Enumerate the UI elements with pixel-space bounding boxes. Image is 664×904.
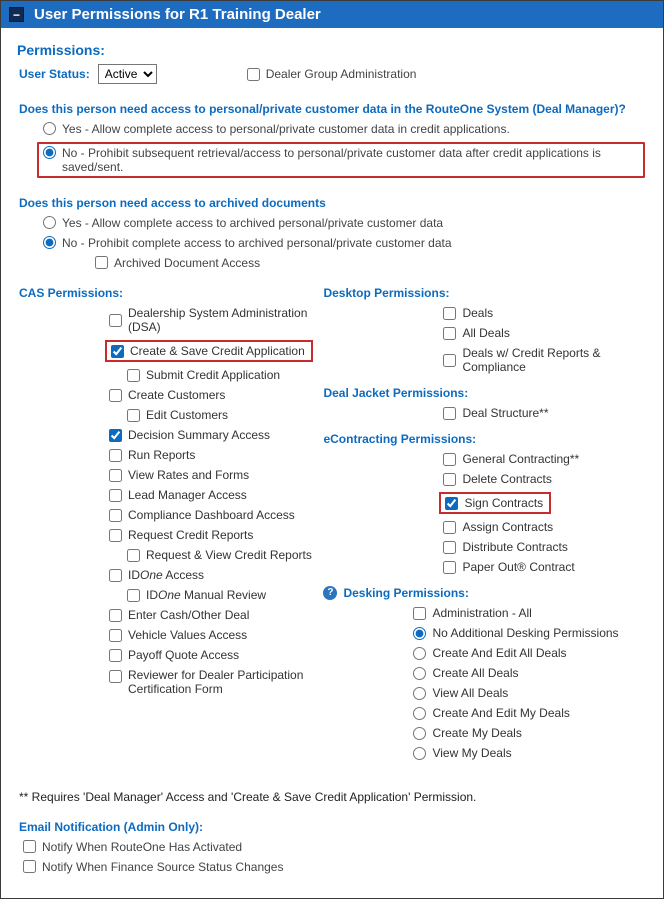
cas-payoff[interactable]: Payoff Quote Access xyxy=(109,648,319,662)
cas-dsa[interactable]: Dealership System Administration (DSA) xyxy=(109,306,319,334)
cas-run-reports[interactable]: Run Reports xyxy=(109,448,319,462)
desking-view-all[interactable]: View All Deals xyxy=(413,686,645,700)
help-icon[interactable]: ? xyxy=(323,586,337,600)
cas-lead-mgr[interactable]: Lead Manager Access xyxy=(109,488,319,502)
cas-create-save-checkbox[interactable] xyxy=(111,345,124,358)
user-status-row: User Status: Active Dealer Group Adminis… xyxy=(19,64,645,84)
cas-create-save-label: Create & Save Credit Application xyxy=(130,344,305,358)
econtract-distribute[interactable]: Distribute Contracts xyxy=(443,540,645,554)
cas-idone-access[interactable]: IDOne Access xyxy=(109,568,319,582)
econtract-sign-label: Sign Contracts xyxy=(464,496,543,510)
cas-enter-cash[interactable]: Enter Cash/Other Deal xyxy=(109,608,319,622)
collapse-icon[interactable]: − xyxy=(9,7,24,22)
permission-columns: CAS Permissions: Dealership System Admin… xyxy=(19,284,645,766)
econtract-general[interactable]: General Contracting** xyxy=(443,452,645,466)
econtract-delete[interactable]: Delete Contracts xyxy=(443,472,645,486)
desking-view-my[interactable]: View My Deals xyxy=(413,746,645,760)
panel-header: − User Permissions for R1 Training Deale… xyxy=(1,1,663,28)
q1-yes-option[interactable]: Yes - Allow complete access to personal/… xyxy=(43,122,645,136)
econtract-assign[interactable]: Assign Contracts xyxy=(443,520,645,534)
cas-compliance[interactable]: Compliance Dashboard Access xyxy=(109,508,319,522)
dealjacket-title: Deal Jacket Permissions: xyxy=(323,386,645,400)
cas-vehicle-values[interactable]: Vehicle Values Access xyxy=(109,628,319,642)
cas-title: CAS Permissions: xyxy=(19,286,319,300)
cas-edit-customers[interactable]: Edit Customers xyxy=(127,408,319,422)
user-status-select[interactable]: Active xyxy=(98,64,157,84)
archived-doc-access[interactable]: Archived Document Access xyxy=(95,256,645,270)
desking-create-edit-all[interactable]: Create And Edit All Deals xyxy=(413,646,645,660)
cas-req-credit[interactable]: Request Credit Reports xyxy=(109,528,319,542)
cas-req-view-credit[interactable]: Request & View Credit Reports xyxy=(127,548,319,562)
desktop-title: Desktop Permissions: xyxy=(323,286,645,300)
q1-yes-radio[interactable] xyxy=(43,122,56,135)
desking-create-my[interactable]: Create My Deals xyxy=(413,726,645,740)
cas-create-customers[interactable]: Create Customers xyxy=(109,388,319,402)
cas-column: CAS Permissions: Dealership System Admin… xyxy=(19,284,319,766)
desking-no-add[interactable]: No Additional Desking Permissions xyxy=(413,626,645,640)
panel-title: User Permissions for R1 Training Dealer xyxy=(34,6,321,23)
email-notify-activated[interactable]: Notify When RouteOne Has Activated xyxy=(23,840,645,854)
permissions-heading: Permissions: xyxy=(17,42,645,58)
q1-no-option[interactable]: No - Prohibit subsequent retrieval/acces… xyxy=(43,146,639,174)
cas-idone-manual[interactable]: IDOne Manual Review xyxy=(127,588,319,602)
desktop-deals-credit[interactable]: Deals w/ Credit Reports & Compliance xyxy=(443,346,645,374)
desking-title-row: ? Desking Permissions: xyxy=(323,586,645,600)
permissions-panel: − User Permissions for R1 Training Deale… xyxy=(0,0,664,899)
desktop-deals[interactable]: Deals xyxy=(443,306,645,320)
email-title: Email Notification (Admin Only): xyxy=(19,820,645,834)
dealer-group-admin-checkbox[interactable] xyxy=(247,68,260,81)
user-status-label: User Status: xyxy=(19,67,90,81)
dealjacket-structure[interactable]: Deal Structure** xyxy=(443,406,645,420)
desking-title: Desking Permissions: xyxy=(343,586,468,600)
q1-no-wrapper: No - Prohibit subsequent retrieval/acces… xyxy=(37,142,645,178)
econtract-sign-checkbox[interactable] xyxy=(445,497,458,510)
q2-yes-option[interactable]: Yes - Allow complete access to archived … xyxy=(43,216,645,230)
q2-no-radio[interactable] xyxy=(43,236,56,249)
cas-create-save-wrap: Create & Save Credit Application xyxy=(105,340,319,362)
q2-yes-radio[interactable] xyxy=(43,216,56,229)
archived-doc-access-checkbox[interactable] xyxy=(95,256,108,269)
cas-decision[interactable]: Decision Summary Access xyxy=(109,428,319,442)
cas-reviewer[interactable]: Reviewer for Dealer Participation Certif… xyxy=(109,668,319,696)
cas-submit[interactable]: Submit Credit Application xyxy=(127,368,319,382)
desking-create-all[interactable]: Create All Deals xyxy=(413,666,645,680)
q2-no-option[interactable]: No - Prohibit complete access to archive… xyxy=(43,236,645,250)
panel-body: Permissions: User Status: Active Dealer … xyxy=(1,28,663,898)
footnote: ** Requires 'Deal Manager' Access and 'C… xyxy=(19,790,645,804)
desktop-all-deals[interactable]: All Deals xyxy=(443,326,645,340)
desking-admin-all[interactable]: Administration - All xyxy=(413,606,645,620)
q1-no-radio[interactable] xyxy=(43,146,56,159)
right-column: Desktop Permissions: Deals All Deals Dea… xyxy=(319,284,645,766)
question-archived: Does this person need access to archived… xyxy=(19,196,645,210)
question-personal-data: Does this person need access to personal… xyxy=(19,102,645,116)
cas-view-rates[interactable]: View Rates and Forms xyxy=(109,468,319,482)
email-notify-fs[interactable]: Notify When Finance Source Status Change… xyxy=(23,860,645,874)
desking-create-edit-my[interactable]: Create And Edit My Deals xyxy=(413,706,645,720)
econtract-title: eContracting Permissions: xyxy=(323,432,645,446)
dealer-group-admin[interactable]: Dealer Group Administration xyxy=(247,67,417,81)
econtract-sign-wrap: Sign Contracts xyxy=(439,492,645,514)
econtract-paperout[interactable]: Paper Out® Contract xyxy=(443,560,645,574)
